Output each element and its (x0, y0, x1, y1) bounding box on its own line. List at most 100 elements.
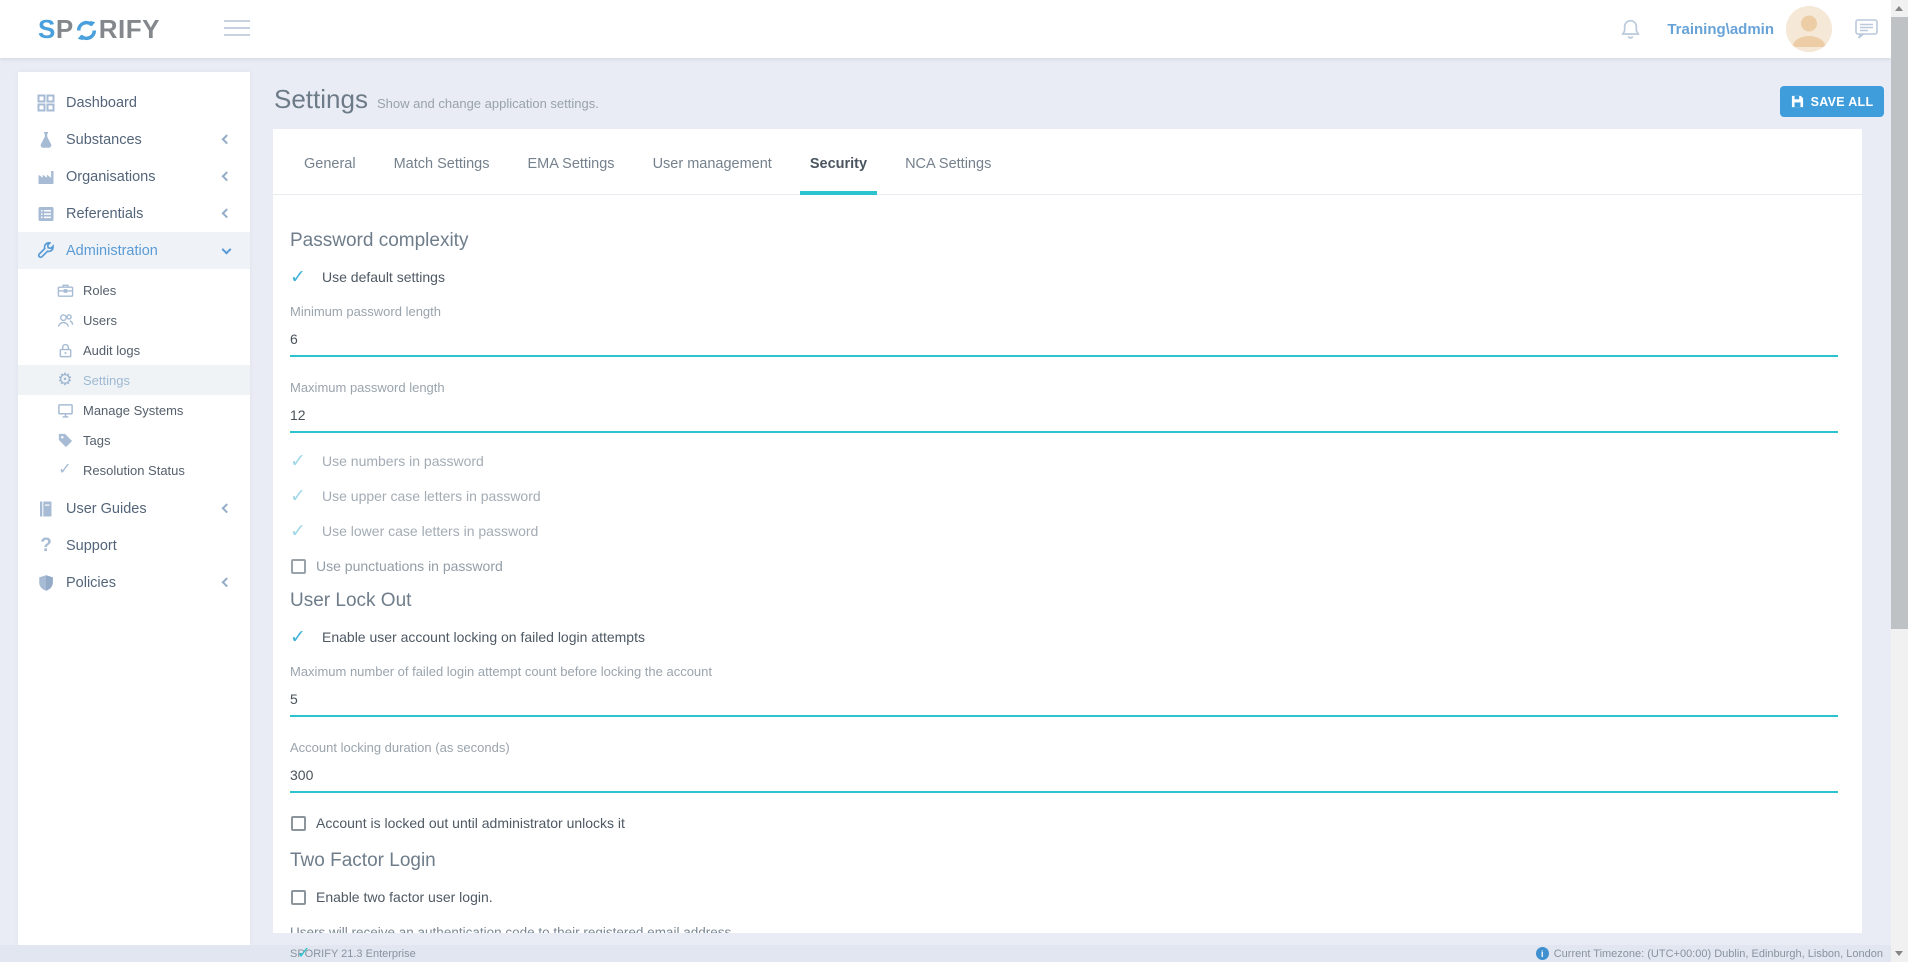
enable-account-locking-checkbox[interactable]: ✓ Enable user account locking on failed … (290, 625, 1838, 649)
user-menu[interactable]: Training\admin (1667, 21, 1774, 38)
save-floppy-icon (1791, 95, 1804, 108)
sidebar-item-user-guides[interactable]: User Guides (18, 490, 250, 527)
sidebar-item-referentials[interactable]: Referentials (18, 195, 250, 232)
sidebar-item-label: Users (83, 313, 117, 328)
min-password-length-field: Minimum password length 6 (290, 303, 1838, 357)
sidebar-item-policies[interactable]: Policies (18, 564, 250, 601)
sidebar-item-substances[interactable]: Substances (18, 121, 250, 158)
logo-sync-o-icon (75, 19, 98, 42)
use-punctuations-checkbox[interactable]: Use punctuations in password (290, 554, 1838, 578)
shield-icon (36, 573, 56, 593)
password-options: ✓ Use numbers in password ✓ Use upper ca… (290, 449, 1838, 578)
notifications-bell-icon[interactable] (1620, 18, 1641, 41)
field-label: Account locking duration (as seconds) (290, 739, 1838, 757)
menu-toggle-icon[interactable] (224, 20, 250, 38)
use-lowercase-checkbox[interactable]: ✓ Use lower case letters in password (290, 519, 1838, 543)
sidebar-item-roles[interactable]: Roles (18, 275, 250, 305)
sidebar-item-label: Resolution Status (83, 463, 185, 478)
empty-checkbox-icon (291, 890, 306, 905)
factory-icon (36, 167, 56, 187)
footer-check-icon: ✓ (297, 943, 310, 962)
sidebar-item-users[interactable]: Users (18, 305, 250, 335)
sidebar-item-audit-logs[interactable]: Audit logs (18, 335, 250, 365)
checkbox-label: Use lower case letters in password (322, 523, 538, 539)
checkmark-icon: ✓ (290, 268, 312, 287)
check-icon: ✓ (56, 461, 74, 479)
checkbox-label: Use numbers in password (322, 453, 484, 469)
sidebar-item-dashboard[interactable]: Dashboard (18, 84, 250, 121)
use-default-settings-checkbox[interactable]: ✓ Use default settings (290, 265, 1838, 289)
password-complexity-heading: Password complexity (290, 229, 1838, 253)
tab-ema-settings[interactable]: EMA Settings (528, 153, 615, 194)
sidebar: Dashboard Substances Organisations Refer… (18, 72, 250, 945)
scrollbar-up-arrow[interactable] (1895, 6, 1903, 11)
sidebar-item-support[interactable]: ? Support (18, 527, 250, 564)
sidebar-item-organisations[interactable]: Organisations (18, 158, 250, 195)
logo-letter-p: P (56, 14, 74, 45)
checkbox-label: Use upper case letters in password (322, 488, 541, 504)
sidebar-item-tags[interactable]: Tags (18, 425, 250, 455)
checkmark-icon: ✓ (290, 522, 312, 541)
empty-checkbox-icon (291, 816, 306, 831)
max-password-length-input[interactable]: 12 (290, 406, 1838, 424)
lock-icon (56, 341, 74, 359)
footer-timezone: i Current Timezone: (UTC+00:00) Dublin, … (1536, 947, 1883, 960)
checkmark-icon: ✓ (290, 628, 312, 647)
tab-nca-settings[interactable]: NCA Settings (905, 153, 991, 194)
min-password-length-input[interactable]: 6 (290, 330, 1838, 348)
checkbox-label: Use default settings (322, 269, 445, 285)
use-numbers-checkbox[interactable]: ✓ Use numbers in password (290, 449, 1838, 473)
top-navbar: SP RIFY Training\admin (0, 0, 1891, 58)
sidebar-item-resolution-status[interactable]: ✓ Resolution Status (18, 455, 250, 485)
checkbox-label: Use punctuations in password (316, 558, 503, 574)
users-icon (56, 311, 74, 329)
enable-two-factor-checkbox[interactable]: Enable two factor user login. (290, 885, 1838, 909)
sidebar-item-label: Audit logs (83, 343, 140, 358)
sidebar-item-label: Tags (83, 433, 110, 448)
info-icon: i (1536, 947, 1549, 960)
timezone-text: Current Timezone: (UTC+00:00) Dublin, Ed… (1554, 948, 1883, 960)
two-factor-heading: Two Factor Login (290, 849, 1838, 873)
sidebar-item-label: Policies (66, 575, 116, 591)
briefcase-icon (56, 281, 74, 299)
field-label: Maximum number of failed login attempt c… (290, 663, 1838, 681)
tab-security[interactable]: Security (810, 153, 867, 194)
chat-icon[interactable] (1854, 18, 1879, 41)
sidebar-item-label: Administration (66, 243, 158, 259)
sidebar-item-administration[interactable]: Administration (18, 232, 250, 269)
administration-submenu: Roles Users Audit logs ⚙ Settings (18, 275, 250, 485)
empty-checkbox-icon (291, 559, 306, 574)
scrollbar-thumb[interactable] (1891, 17, 1908, 629)
monitor-icon (56, 401, 74, 419)
tab-match-settings[interactable]: Match Settings (394, 153, 490, 194)
footer: SPORIFY 21.3 Enterprise i Current Timezo… (0, 945, 1891, 962)
tab-user-management[interactable]: User management (653, 153, 772, 194)
gear-icon: ⚙ (56, 371, 74, 389)
locked-until-admin-checkbox[interactable]: Account is locked out until administrato… (290, 811, 1838, 835)
avatar[interactable] (1786, 6, 1832, 52)
save-all-button[interactable]: SAVE ALL (1780, 86, 1884, 117)
wrench-icon (36, 241, 56, 261)
chevron-left-icon (222, 577, 232, 587)
sidebar-item-label: Manage Systems (83, 403, 183, 418)
settings-tabs: General Match Settings EMA Settings User… (273, 129, 1862, 195)
scrollbar-down-arrow[interactable] (1895, 951, 1903, 956)
chevron-left-icon (222, 503, 232, 513)
locking-duration-field: Account locking duration (as seconds) 30… (290, 739, 1838, 793)
use-uppercase-checkbox[interactable]: ✓ Use upper case letters in password (290, 484, 1838, 508)
max-failed-attempts-input[interactable]: 5 (290, 690, 1838, 708)
save-all-label: SAVE ALL (1811, 95, 1874, 109)
sidebar-item-label: Roles (83, 283, 116, 298)
sidebar-item-settings[interactable]: ⚙ Settings (18, 365, 250, 395)
vertical-scrollbar[interactable] (1891, 0, 1908, 962)
checkmark-icon: ✓ (290, 452, 312, 471)
page-title: Settings (274, 84, 368, 115)
navbar-right: Training\admin (1620, 0, 1885, 58)
chevron-left-icon (222, 171, 232, 181)
two-factor-note: Users will receive an authentication cod… (290, 925, 1838, 933)
tab-general[interactable]: General (304, 153, 356, 194)
sidebar-item-label: Settings (83, 373, 130, 388)
sidebar-item-manage-systems[interactable]: Manage Systems (18, 395, 250, 425)
locking-duration-input[interactable]: 300 (290, 766, 1838, 784)
security-settings-form: Password complexity ✓ Use default settin… (273, 195, 1862, 933)
